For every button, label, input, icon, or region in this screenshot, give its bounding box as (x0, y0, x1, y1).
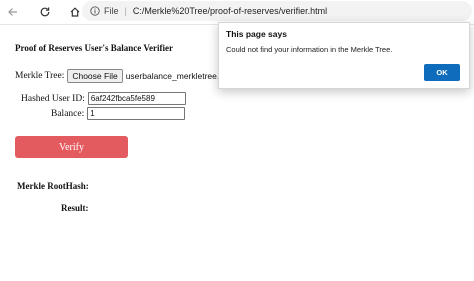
hashed-user-id-label: Hashed User ID: (21, 93, 85, 104)
file-scheme-label: File (104, 6, 119, 16)
merkle-tree-label: Merkle Tree: (15, 71, 65, 81)
verify-button[interactable]: Verify (15, 136, 128, 158)
back-button[interactable] (2, 2, 24, 22)
hashed-user-id-row: Hashed User ID: 6af242fbca5fe589 (21, 92, 186, 105)
refresh-button[interactable] (34, 2, 56, 22)
browser-toolbar: File | C:/Merkle%20Tree/proof-of-reserve… (0, 0, 474, 24)
dialog-title: This page says (226, 29, 287, 39)
alert-dialog: This page says Could not find your infor… (218, 22, 470, 89)
merkle-tree-row: Merkle Tree: Choose File userbalance_mer… (15, 69, 228, 83)
home-icon (70, 7, 80, 17)
balance-row: Balance: 1 (51, 107, 186, 120)
info-icon[interactable] (90, 6, 100, 16)
back-arrow-icon (8, 8, 17, 16)
result-label: Result: (61, 203, 89, 213)
address-bar[interactable]: File | C:/Merkle%20Tree/proof-of-reserve… (82, 1, 472, 21)
selected-file-name: userbalance_merkletree.txt (125, 71, 229, 81)
address-separator: | (124, 6, 127, 16)
balance-label: Balance: (51, 108, 85, 119)
refresh-icon (40, 7, 50, 17)
page-title: Proof of Reserves User's Balance Verifie… (15, 43, 174, 53)
dialog-message: Could not find your information in the M… (226, 45, 393, 54)
url-text[interactable]: C:/Merkle%20Tree/proof-of-reserves/verif… (133, 6, 327, 16)
choose-file-button[interactable]: Choose File (67, 69, 123, 83)
ok-button[interactable]: OK (424, 64, 460, 81)
hashed-user-id-input[interactable]: 6af242fbca5fe589 (87, 92, 186, 105)
balance-input[interactable]: 1 (87, 107, 186, 120)
root-hash-label: Merkle RootHash: (17, 181, 89, 191)
